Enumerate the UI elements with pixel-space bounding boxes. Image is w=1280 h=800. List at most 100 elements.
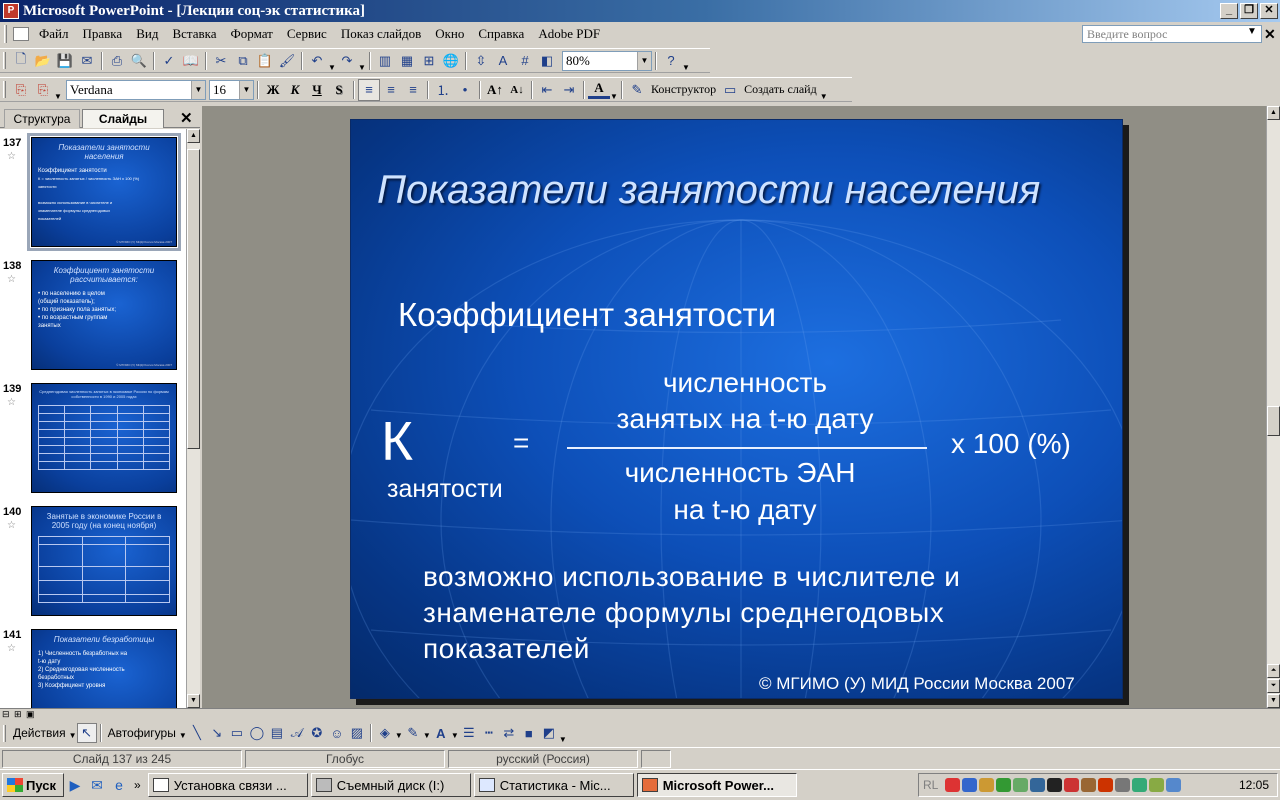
thumbnail-item[interactable]: 137 ☆ Показатели занятости населения Коэ…	[0, 133, 186, 257]
show-formatting-icon[interactable]: A	[492, 50, 514, 72]
new-slide-icon[interactable]: ▭	[719, 79, 741, 101]
scroll-up-icon[interactable]: ▲	[1267, 106, 1280, 120]
task-removable-disk[interactable]: Съемный диск (I:)	[310, 773, 471, 797]
menu-slideshow[interactable]: Показ слайдов	[334, 26, 428, 42]
minimize-button[interactable]: _	[1220, 3, 1238, 19]
arrow-style-icon[interactable]: ⇄	[499, 723, 519, 743]
tray-utm-icon[interactable]	[979, 778, 995, 792]
toolbar-options-icon[interactable]: ▼	[54, 79, 62, 101]
expand-all-icon[interactable]: ⇳	[470, 50, 492, 72]
transition-icon[interactable]: ☆	[7, 643, 16, 654]
bold-button[interactable]: Ж	[262, 79, 284, 101]
slide-thumbnail[interactable]: Показатели безработицы 1) Численность бе…	[31, 629, 177, 708]
formula-numerator-line-2[interactable]: занятых на t-ю дату	[545, 403, 945, 435]
new-document-icon[interactable]: 🗋	[10, 50, 32, 72]
font-color-icon[interactable]: A	[588, 80, 610, 99]
transition-icon[interactable]: ☆	[7, 274, 16, 285]
transition-icon[interactable]: ☆	[7, 151, 16, 162]
oval-tool-icon[interactable]: ◯	[247, 723, 267, 743]
italic-button[interactable]: К	[284, 79, 306, 101]
media-player-icon[interactable]: ▶	[64, 774, 86, 796]
numbering-icon[interactable]: ⒈	[432, 79, 454, 101]
quicklaunch-more-icon[interactable]: »	[134, 778, 141, 792]
create-pdf-email-icon[interactable]: ⎘	[32, 79, 54, 101]
create-pdf-icon[interactable]: ⎘	[10, 79, 32, 101]
shadow-button[interactable]: S	[328, 79, 350, 101]
tray-volume-icon[interactable]	[1132, 778, 1148, 792]
menu-edit[interactable]: Правка	[76, 26, 130, 42]
tray-monitor-icon[interactable]	[1030, 778, 1046, 792]
formula-k-symbol[interactable]: К	[381, 411, 413, 471]
chevron-down-icon[interactable]: ▼	[191, 80, 205, 99]
redo-dropdown-icon[interactable]: ▼	[358, 50, 366, 72]
formula-k-subscript[interactable]: занятости	[387, 475, 503, 504]
formula-denominator-line-2[interactable]: на t-ю дату	[545, 494, 945, 526]
slide-canvas[interactable]: Показатели занятости населения Коэффицие…	[350, 119, 1123, 699]
scroll-up-icon[interactable]: ▲	[187, 129, 200, 143]
3d-style-icon[interactable]: ◩	[539, 723, 559, 743]
normal-view-icon[interactable]: ⊟	[2, 709, 10, 720]
format-painter-icon[interactable]: 🖌	[276, 50, 298, 72]
menu-help[interactable]: Справка	[471, 26, 531, 42]
research-icon[interactable]: 📖	[180, 50, 202, 72]
slide-thumbnail[interactable]: Коэффициент занятости рассчитывается: • …	[31, 260, 177, 370]
underline-button[interactable]: Ч	[306, 79, 328, 101]
shadow-style-icon[interactable]: ■	[519, 723, 539, 743]
slide-thumbnail[interactable]: Показатели занятости населения Коэффицие…	[27, 133, 181, 251]
tray-security-icon[interactable]	[1098, 778, 1114, 792]
toolbar-grip[interactable]	[3, 724, 6, 742]
tray-book-icon[interactable]	[1081, 778, 1097, 792]
align-right-icon[interactable]: ≡	[402, 79, 424, 101]
transition-icon[interactable]: ☆	[7, 520, 16, 531]
chevron-down-icon[interactable]: ▼	[1247, 26, 1257, 37]
slide-thumbnail[interactable]: Среднегодовая численность занятых в экон…	[31, 383, 177, 493]
save-icon[interactable]: 💾	[54, 50, 76, 72]
print-icon[interactable]: ⎙	[106, 50, 128, 72]
permission-icon[interactable]: ✉	[76, 50, 98, 72]
spelling-icon[interactable]: ✓	[158, 50, 180, 72]
tray-network-icon[interactable]	[962, 778, 978, 792]
line-color-icon[interactable]: ✎	[403, 723, 423, 743]
undo-icon[interactable]: ↶	[306, 50, 328, 72]
tray-disconnected-icon[interactable]	[1064, 778, 1080, 792]
print-preview-icon[interactable]: 🔍	[128, 50, 150, 72]
diagram-icon[interactable]: ✪	[307, 723, 327, 743]
chevron-down-icon[interactable]: ▼	[451, 726, 459, 740]
slideshow-view-icon[interactable]: ▣	[26, 709, 35, 720]
scroll-thumb[interactable]	[1267, 406, 1280, 436]
chevron-down-icon[interactable]: ▼	[69, 726, 77, 740]
select-pointer-icon[interactable]: ↖	[76, 723, 97, 743]
slide-thumbnail[interactable]: Занятые в экономике России в 2005 году (…	[31, 506, 177, 616]
menu-insert[interactable]: Вставка	[165, 26, 223, 42]
formula-denominator-line-1[interactable]: численность ЭАН	[540, 457, 940, 489]
internet-explorer-icon[interactable]: e	[108, 774, 130, 796]
outlook-express-icon[interactable]: ✉	[86, 774, 108, 796]
cut-icon[interactable]: ✂	[210, 50, 232, 72]
increase-font-icon[interactable]: A↑	[484, 79, 506, 101]
align-left-icon[interactable]: ≡	[358, 78, 380, 101]
insert-table-icon[interactable]: ▦	[396, 50, 418, 72]
start-button[interactable]: Пуск	[2, 773, 64, 797]
help-icon[interactable]: ?	[660, 50, 682, 72]
paste-icon[interactable]: 📋	[254, 50, 276, 72]
toolbar-options-icon[interactable]: ▼	[559, 722, 567, 744]
font-color-dropdown-icon[interactable]: ▼	[610, 79, 618, 101]
arrow-tool-icon[interactable]: ↘	[207, 723, 227, 743]
tab-slides[interactable]: Слайды	[82, 109, 164, 128]
new-slide-button[interactable]: Создать слайд	[741, 82, 820, 97]
zoom-select[interactable]: 80% ▼	[562, 50, 652, 71]
scroll-thumb[interactable]	[187, 149, 200, 449]
document-icon[interactable]	[13, 27, 29, 41]
chevron-down-icon[interactable]: ▼	[395, 726, 403, 740]
toolbar-grip[interactable]	[3, 81, 6, 98]
main-scrollbar[interactable]: ▲ ⏶ ⏷ ▼	[1266, 106, 1280, 708]
wordart-icon[interactable]: 𝒜	[287, 723, 307, 743]
menu-adobe-pdf[interactable]: Adobe PDF	[531, 26, 607, 42]
formula-multiplier[interactable]: x 100 (%)	[951, 428, 1071, 460]
chevron-down-icon[interactable]: ▼	[637, 51, 651, 70]
thumbnails-scrollbar[interactable]: ▲ ▼	[186, 129, 200, 708]
close-panel-icon[interactable]: ✕	[180, 109, 193, 127]
menu-view[interactable]: Вид	[129, 26, 165, 42]
align-center-icon[interactable]: ≡	[380, 79, 402, 101]
menu-format[interactable]: Формат	[224, 26, 280, 42]
